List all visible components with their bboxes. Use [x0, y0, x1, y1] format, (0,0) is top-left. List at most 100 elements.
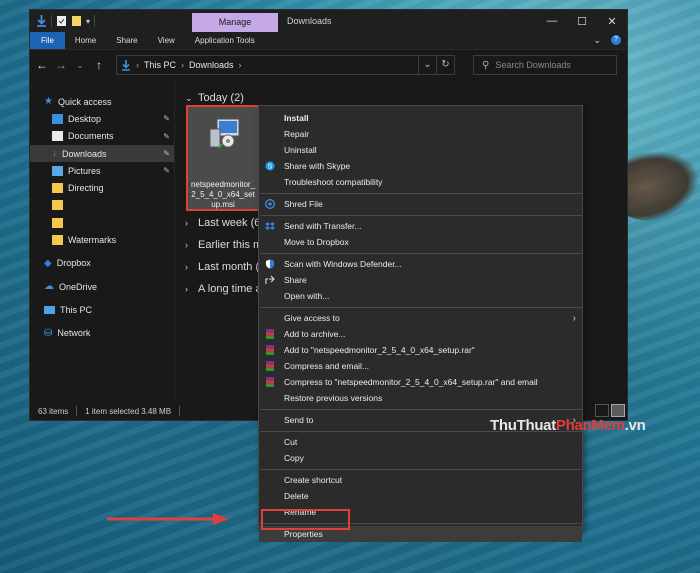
- menu-item-share[interactable]: Share: [259, 272, 582, 288]
- sidebar-item-network[interactable]: ⛁ Network: [30, 325, 174, 342]
- menu-item-delete[interactable]: Delete: [259, 488, 582, 504]
- title-bar: ▾ Manage Downloads — ☐ ✕: [30, 10, 627, 32]
- menu-item-repair[interactable]: Repair: [259, 126, 582, 142]
- status-separator: [76, 406, 78, 416]
- expand-ribbon-icon[interactable]: ⌄: [593, 35, 601, 46]
- menu-item-move-to-dropbox[interactable]: Move to Dropbox: [259, 234, 582, 250]
- search-input[interactable]: ⚲ Search Downloads: [473, 55, 617, 75]
- collapse-caret-icon[interactable]: ⌄: [185, 93, 193, 104]
- menu-item-troubleshoot[interactable]: Troubleshoot compatibility: [259, 174, 582, 190]
- pin-icon[interactable]: ✎: [163, 132, 170, 141]
- expand-caret-icon[interactable]: ›: [185, 284, 193, 294]
- downloads-folder-icon: ↓: [52, 148, 57, 160]
- sidebar-item-label: Dropbox: [56, 258, 91, 269]
- search-icon: ⚲: [482, 59, 490, 71]
- ribbon-right-controls: ⌄ ?: [593, 35, 621, 46]
- address-dropdown-icon[interactable]: ⌄: [418, 56, 436, 74]
- pin-icon[interactable]: ✎: [163, 166, 170, 175]
- pointer-arrow: [107, 513, 229, 525]
- navigation-pane: ★ Quick access Desktop ✎ Documents ✎ ↓ D…: [30, 81, 175, 402]
- large-icons-view-icon[interactable]: [611, 404, 625, 417]
- menu-item-cut[interactable]: Cut: [259, 434, 582, 450]
- manage-context-tab[interactable]: Manage: [192, 13, 278, 32]
- winrar-icon: [266, 329, 274, 339]
- sidebar-item-folder[interactable]: [30, 214, 174, 231]
- refresh-icon[interactable]: ↻: [436, 56, 454, 74]
- computer-icon: [44, 305, 55, 314]
- menu-item-copy[interactable]: Copy: [259, 450, 582, 466]
- expand-caret-icon[interactable]: ›: [185, 262, 193, 272]
- qat-separator: [94, 15, 96, 27]
- window-title: Downloads: [287, 16, 332, 26]
- ribbon-tabs: File Home Share View Application Tools ⌄…: [30, 32, 627, 50]
- recent-locations-icon[interactable]: ⌄: [74, 61, 86, 70]
- selected-file-tile[interactable]: netspeedmonitor_2_5_4_0_x64_setup.msi: [186, 105, 260, 211]
- menu-item-create-shortcut[interactable]: Create shortcut: [259, 472, 582, 488]
- up-arrow-icon[interactable]: ↑: [93, 58, 105, 72]
- submenu-arrow-icon: ›: [572, 312, 576, 324]
- desktop-folder-icon: [52, 113, 63, 124]
- expand-caret-icon[interactable]: ›: [185, 218, 193, 228]
- breadcrumb-downloads[interactable]: Downloads: [189, 60, 234, 70]
- menu-item-give-access[interactable]: Give access to ›: [259, 310, 582, 326]
- sidebar-item-label: Network: [57, 328, 91, 339]
- minimize-button[interactable]: —: [537, 10, 567, 32]
- menu-item-open-with[interactable]: Open with...: [259, 288, 582, 304]
- sidebar-item-documents[interactable]: Documents ✎: [30, 128, 174, 145]
- dropbox-icon: ◆: [44, 257, 52, 269]
- menu-item-compress-and-email[interactable]: Compress and email...: [259, 358, 582, 374]
- breadcrumb-chevron-icon[interactable]: ›: [181, 60, 184, 70]
- menu-item-shred-file[interactable]: Shred File: [259, 196, 582, 212]
- sidebar-item-pictures[interactable]: Pictures ✎: [30, 162, 174, 179]
- tab-application-tools[interactable]: Application Tools: [185, 32, 265, 49]
- menu-item-add-to-rar[interactable]: Add to "netspeedmonitor_2_5_4_0_x64_setu…: [259, 342, 582, 358]
- sidebar-item-label: Pictures: [68, 165, 101, 176]
- menu-item-install[interactable]: Install: [259, 110, 582, 126]
- tab-share[interactable]: Share: [106, 32, 147, 49]
- menu-item-add-to-archive[interactable]: Add to archive...: [259, 326, 582, 342]
- menu-item-send-with-transfer[interactable]: Send with Transfer...: [259, 218, 582, 234]
- back-arrow-icon[interactable]: ←: [36, 58, 48, 72]
- selection-info: 1 item selected 3.48 MB: [85, 406, 172, 416]
- sidebar-item-directing[interactable]: Directing: [30, 179, 174, 196]
- details-view-icon[interactable]: [595, 404, 609, 417]
- tab-file[interactable]: File: [30, 32, 65, 49]
- address-row: ← → ⌄ ↑ › This PC › Downloads › ⌄ ↻ ⚲ Se…: [30, 50, 627, 80]
- search-placeholder: Search Downloads: [495, 60, 571, 70]
- sidebar-item-desktop[interactable]: Desktop ✎: [30, 110, 174, 127]
- expand-caret-icon[interactable]: ›: [185, 240, 193, 250]
- tab-home[interactable]: Home: [65, 32, 106, 49]
- properties-check-icon[interactable]: [56, 15, 67, 27]
- sidebar-item-onedrive[interactable]: ☁ OneDrive: [30, 278, 174, 295]
- sidebar-item-folder[interactable]: [30, 197, 174, 214]
- folder-icon: [52, 217, 63, 228]
- menu-item-compress-to-rar-email[interactable]: Compress to "netspeedmonitor_2_5_4_0_x64…: [259, 374, 582, 390]
- sidebar-item-label: Directing: [68, 183, 104, 194]
- close-button[interactable]: ✕: [597, 10, 627, 32]
- sidebar-item-this-pc[interactable]: This PC: [30, 301, 174, 318]
- tab-view[interactable]: View: [148, 32, 185, 49]
- pin-icon[interactable]: ✎: [163, 114, 170, 123]
- new-folder-icon[interactable]: [71, 15, 82, 27]
- qat-dropdown-icon[interactable]: ▾: [86, 17, 90, 26]
- address-bar[interactable]: › This PC › Downloads › ⌄ ↻: [116, 55, 455, 75]
- breadcrumb-chevron-icon[interactable]: ›: [136, 60, 139, 70]
- menu-item-restore-versions[interactable]: Restore previous versions: [259, 390, 582, 406]
- forward-arrow-icon[interactable]: →: [55, 58, 67, 72]
- download-arrow-icon[interactable]: [36, 15, 47, 27]
- pin-icon[interactable]: ✎: [163, 149, 170, 158]
- msi-installer-icon: [209, 118, 240, 149]
- menu-item-scan-defender[interactable]: Scan with Windows Defender...: [259, 256, 582, 272]
- sidebar-item-quick-access[interactable]: ★ Quick access: [30, 93, 174, 110]
- breadcrumb-chevron-icon[interactable]: ›: [239, 60, 242, 70]
- sidebar-item-watermarks[interactable]: Watermarks: [30, 231, 174, 248]
- dropbox-icon: [265, 222, 275, 230]
- help-icon[interactable]: ?: [611, 35, 621, 45]
- menu-item-uninstall[interactable]: Uninstall: [259, 142, 582, 158]
- file-name-label: netspeedmonitor_2_5_4_0_x64_setup.msi: [190, 180, 256, 209]
- menu-item-share-with-skype[interactable]: S Share with Skype: [259, 158, 582, 174]
- sidebar-item-downloads[interactable]: ↓ Downloads ✎: [30, 144, 174, 163]
- sidebar-item-dropbox[interactable]: ◆ Dropbox: [30, 255, 174, 272]
- breadcrumb-this-pc[interactable]: This PC: [144, 60, 176, 70]
- maximize-button[interactable]: ☐: [567, 10, 597, 32]
